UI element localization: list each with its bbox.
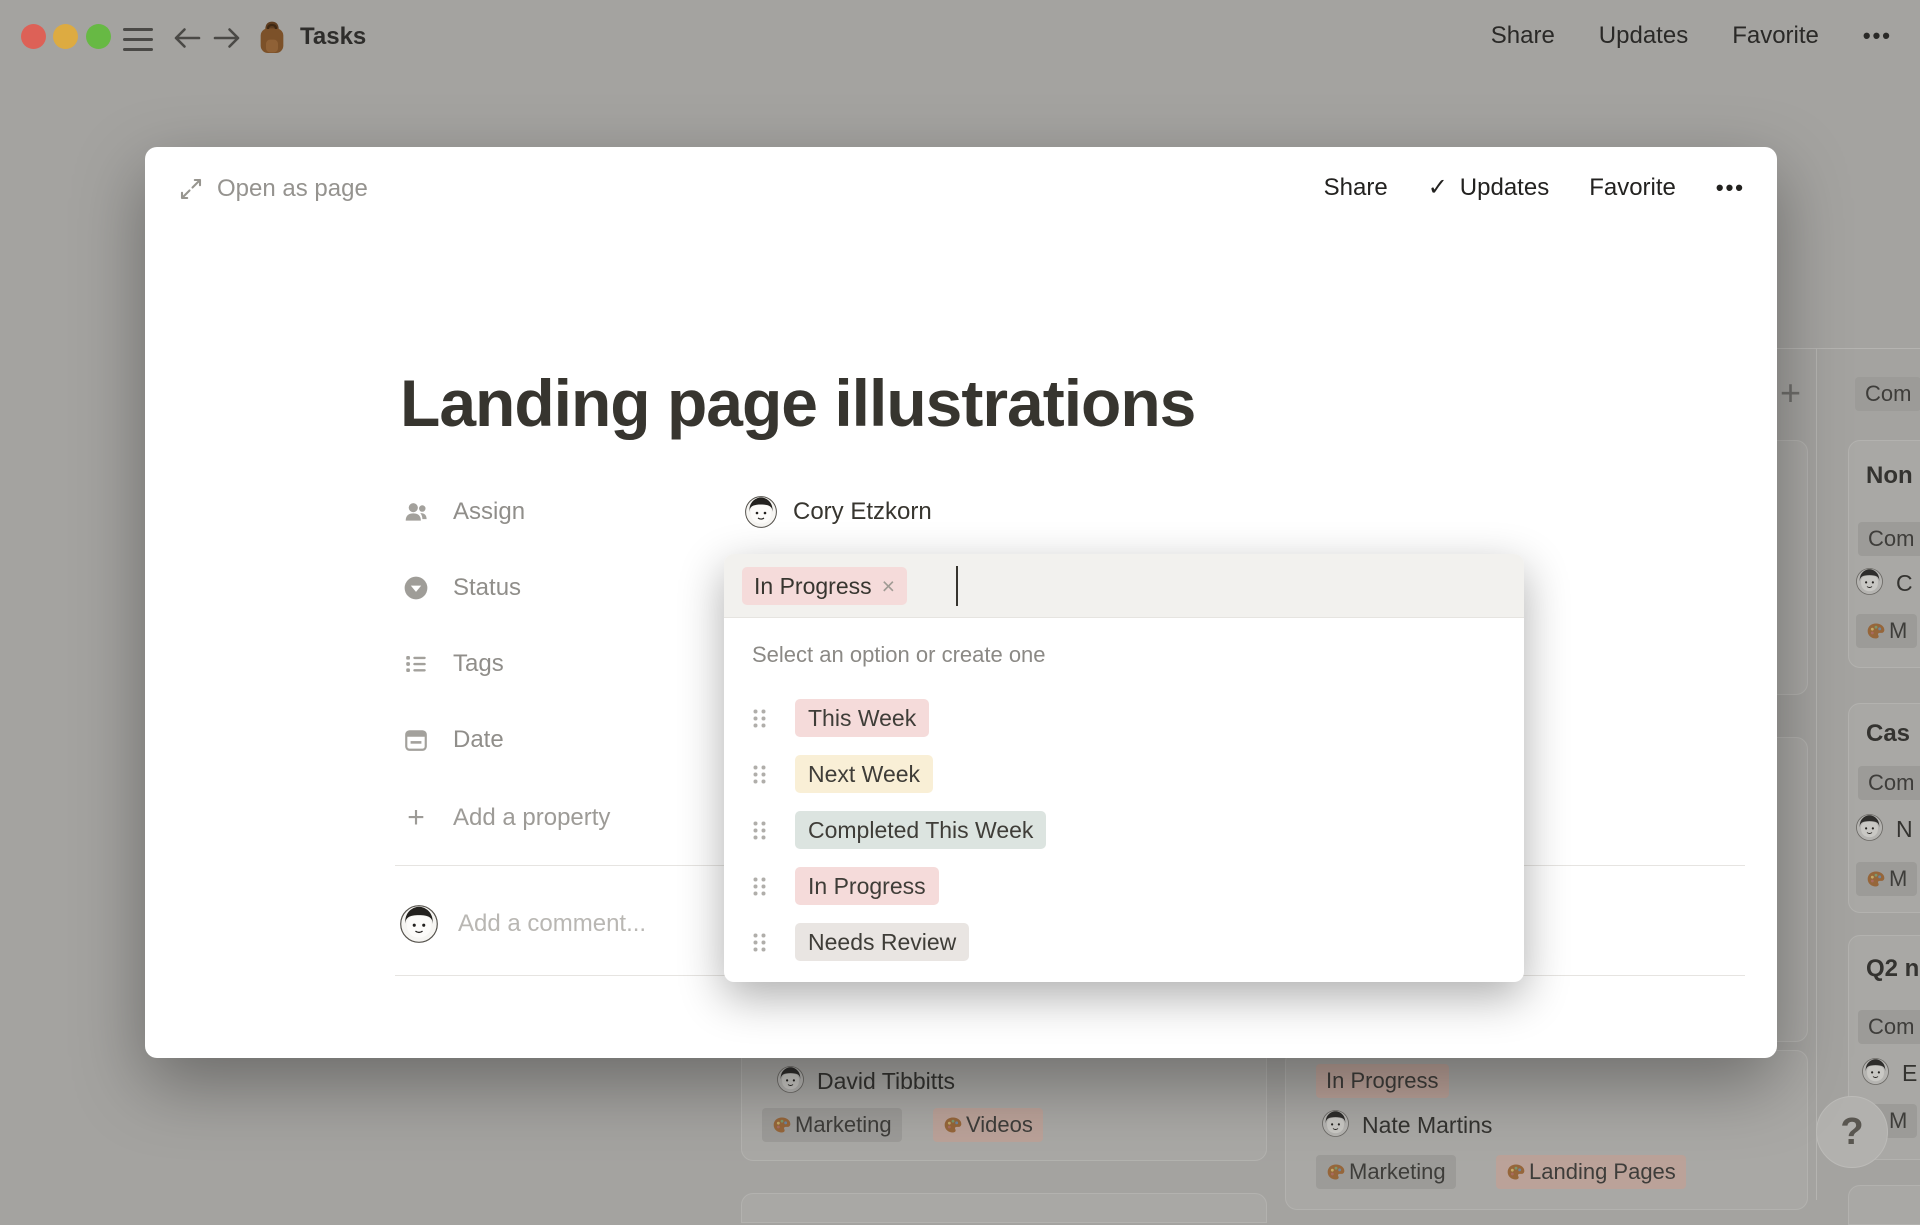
project-tag: Marketing bbox=[1316, 1155, 1456, 1189]
assignee-value[interactable]: Cory Etzkorn bbox=[745, 496, 932, 528]
drag-handle-icon[interactable] bbox=[752, 764, 767, 785]
dropdown-hint: Select an option or create one bbox=[752, 642, 1046, 667]
add-property-button[interactable]: + Add a property bbox=[403, 793, 610, 843]
notion-window: { "colors": { "overlay_background": "#a4… bbox=[0, 0, 1920, 1225]
board-toolbar-divider bbox=[1777, 348, 1920, 349]
help-button[interactable]: ? bbox=[1816, 1096, 1888, 1168]
status-tag: Com bbox=[1858, 1010, 1920, 1044]
property-row-status[interactable]: Status bbox=[403, 563, 521, 613]
status-option-in-progress[interactable]: In Progress bbox=[724, 858, 1524, 914]
forward-arrow-icon[interactable] bbox=[212, 26, 242, 50]
modal-share-button[interactable]: Share bbox=[1324, 174, 1388, 202]
assignee-name: Cory Etzkorn bbox=[793, 498, 932, 525]
traffic-light-zoom[interactable] bbox=[86, 24, 111, 49]
assignee-name: E bbox=[1902, 1060, 1918, 1086]
assignee-name: Nate Martins bbox=[1362, 1112, 1493, 1138]
check-icon: ✓ bbox=[1427, 174, 1448, 201]
modal-updates-button[interactable]: Updates bbox=[1460, 174, 1549, 202]
workspace-page-title: Tasks bbox=[300, 23, 367, 50]
open-as-page-button[interactable]: Open as page bbox=[179, 175, 368, 203]
avatar bbox=[1322, 1110, 1349, 1137]
topbar-favorite-button[interactable]: Favorite bbox=[1732, 22, 1819, 50]
drag-handle-icon[interactable] bbox=[752, 876, 767, 897]
project-tag: Videos bbox=[933, 1108, 1043, 1142]
project-tag: Landing Pages bbox=[1496, 1155, 1686, 1189]
modal-more-icon[interactable]: ••• bbox=[1716, 175, 1745, 201]
traffic-light-minimize[interactable] bbox=[53, 24, 78, 49]
list-tags-icon bbox=[403, 651, 429, 677]
titlebar: Tasks Share Updates Favorite ••• bbox=[0, 0, 1920, 76]
add-comment-row[interactable]: Add a comment... bbox=[400, 905, 646, 943]
add-column-icon: + bbox=[1780, 372, 1802, 413]
palette-icon bbox=[1866, 869, 1886, 889]
traffic-light-close[interactable] bbox=[21, 24, 46, 49]
breadcrumb[interactable]: Tasks bbox=[256, 18, 366, 56]
remove-tag-icon[interactable]: × bbox=[882, 573, 895, 600]
topbar-share-button[interactable]: Share bbox=[1491, 22, 1555, 50]
back-arrow-icon[interactable] bbox=[172, 26, 202, 50]
status-tag: Com bbox=[1858, 522, 1920, 556]
project-tag: Marketing bbox=[762, 1108, 902, 1142]
status-option-completed-this-week[interactable]: Completed This Week bbox=[724, 802, 1524, 858]
card-title: Cas bbox=[1866, 720, 1911, 747]
calendar-icon bbox=[403, 727, 429, 753]
palette-icon bbox=[1326, 1162, 1346, 1182]
avatar bbox=[745, 496, 777, 528]
status-select-dropdown: In Progress × Select an option or create… bbox=[724, 554, 1524, 982]
topbar-updates-button[interactable]: Updates bbox=[1599, 22, 1688, 50]
drag-handle-icon[interactable] bbox=[752, 932, 767, 953]
modal-actions: Share ✓ Updates Favorite ••• bbox=[1324, 173, 1745, 202]
status-disclosure-icon bbox=[403, 575, 429, 601]
assign-person-icon bbox=[403, 499, 429, 525]
board-card bbox=[1848, 1185, 1920, 1225]
status-tag: In Progress bbox=[1316, 1064, 1449, 1098]
avatar bbox=[400, 905, 438, 943]
avatar bbox=[777, 1066, 804, 1093]
status-tag-input[interactable]: In Progress × bbox=[724, 554, 1524, 618]
backpack-icon bbox=[256, 18, 288, 56]
card-title: Non bbox=[1866, 462, 1913, 489]
property-row-assign[interactable]: Assign bbox=[403, 487, 525, 537]
expand-diagonal-icon bbox=[179, 177, 203, 201]
status-option-needs-review[interactable]: Needs Review bbox=[724, 914, 1524, 970]
palette-icon bbox=[1866, 621, 1886, 641]
project-tag: M bbox=[1856, 614, 1918, 648]
page-title: Landing page illustrations bbox=[400, 366, 1196, 440]
plus-icon: + bbox=[407, 801, 425, 834]
palette-icon bbox=[772, 1115, 792, 1135]
card-title: Q2 n bbox=[1866, 955, 1920, 982]
topbar-more-icon[interactable]: ••• bbox=[1863, 23, 1892, 49]
board-column-header: Com bbox=[1855, 377, 1920, 411]
sidebar-menu-icon[interactable] bbox=[123, 28, 153, 51]
selected-status-tag[interactable]: In Progress × bbox=[742, 567, 908, 605]
property-row-date[interactable]: Date bbox=[403, 715, 504, 765]
board-card bbox=[741, 1193, 1267, 1223]
avatar bbox=[1856, 814, 1883, 841]
status-option-this-week[interactable]: This Week bbox=[724, 690, 1524, 746]
question-mark-icon: ? bbox=[1840, 1110, 1864, 1153]
project-tag: M bbox=[1856, 862, 1918, 896]
avatar bbox=[1862, 1058, 1889, 1085]
text-cursor bbox=[956, 566, 958, 606]
assignee-name: C bbox=[1896, 570, 1913, 596]
board-column-divider bbox=[1816, 348, 1817, 1200]
titlebar-actions: Share Updates Favorite ••• bbox=[1491, 22, 1892, 50]
palette-icon bbox=[1506, 1162, 1526, 1182]
assignee-name: N bbox=[1896, 816, 1913, 842]
drag-handle-icon[interactable] bbox=[752, 820, 767, 841]
status-option-next-week[interactable]: Next Week bbox=[724, 746, 1524, 802]
status-tag: Com bbox=[1858, 766, 1920, 800]
property-row-tags[interactable]: Tags bbox=[403, 639, 504, 689]
add-comment-input[interactable]: Add a comment... bbox=[458, 910, 646, 938]
avatar bbox=[1856, 568, 1883, 595]
drag-handle-icon[interactable] bbox=[752, 708, 767, 729]
assignee-name: David Tibbitts bbox=[817, 1068, 956, 1094]
modal-favorite-button[interactable]: Favorite bbox=[1589, 174, 1676, 202]
palette-icon bbox=[943, 1115, 963, 1135]
